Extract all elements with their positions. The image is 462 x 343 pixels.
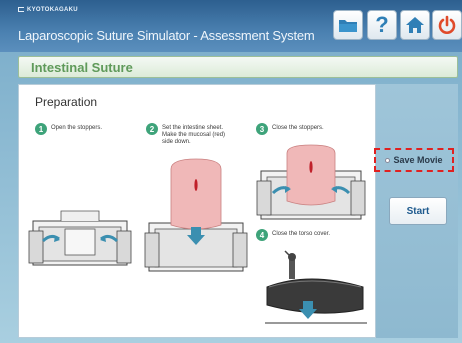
app-window: KYOTOKAGAKU Laparoscopic Suture Simulato… xyxy=(0,0,462,343)
folder-button[interactable] xyxy=(333,10,363,40)
step-2-number: 2 xyxy=(146,123,158,135)
step-3-number: 3 xyxy=(256,123,268,135)
step-4-number: 4 xyxy=(256,229,268,241)
section-title: Intestinal Suture xyxy=(31,60,133,75)
folder-icon xyxy=(339,20,357,32)
help-icon: ? xyxy=(375,12,389,37)
set-intestine-sheet-illustration xyxy=(144,158,248,272)
save-movie-label: Save Movie xyxy=(393,155,443,165)
close-stoppers-illustration xyxy=(256,144,366,220)
step-1: 1 Open the stoppers. xyxy=(35,123,102,135)
step-2: 2 Set the intestine sheet. Make the muco… xyxy=(146,123,225,146)
step-2-text: Set the intestine sheet. Make the mucosa… xyxy=(162,125,226,145)
step-3: 3 Close the stoppers. xyxy=(256,123,324,135)
step-1-number: 1 xyxy=(35,123,47,135)
section-header: Intestinal Suture xyxy=(18,56,458,78)
preparation-panel: Preparation 1 Open the stoppers. 2 Set t… xyxy=(18,84,376,338)
home-icon xyxy=(406,17,424,33)
preparation-title: Preparation xyxy=(35,95,98,109)
power-button[interactable] xyxy=(432,10,462,40)
power-icon xyxy=(438,15,456,34)
start-button[interactable]: Start xyxy=(389,197,447,225)
step-3-text: Close the stoppers. xyxy=(272,125,324,131)
close-torso-cover-illustration xyxy=(265,250,367,324)
title-bar: KYOTOKAGAKU Laparoscopic Suture Simulato… xyxy=(0,0,462,52)
help-button[interactable]: ? xyxy=(367,10,397,40)
brand-name: KYOTOKAGAKU xyxy=(27,7,78,14)
step-4: 4 Close the torso cover. xyxy=(256,229,330,241)
app-title: Laparoscopic Suture Simulator - Assessme… xyxy=(18,28,315,43)
brand-logo: KYOTOKAGAKU xyxy=(18,7,78,13)
step-1-text: Open the stoppers. xyxy=(51,125,103,131)
home-button[interactable] xyxy=(400,10,430,40)
save-movie-toggle[interactable]: Save Movie xyxy=(374,148,454,172)
save-movie-radio[interactable] xyxy=(385,157,391,163)
step-4-text: Close the torso cover. xyxy=(272,231,331,237)
open-stoppers-illustration xyxy=(28,210,132,266)
